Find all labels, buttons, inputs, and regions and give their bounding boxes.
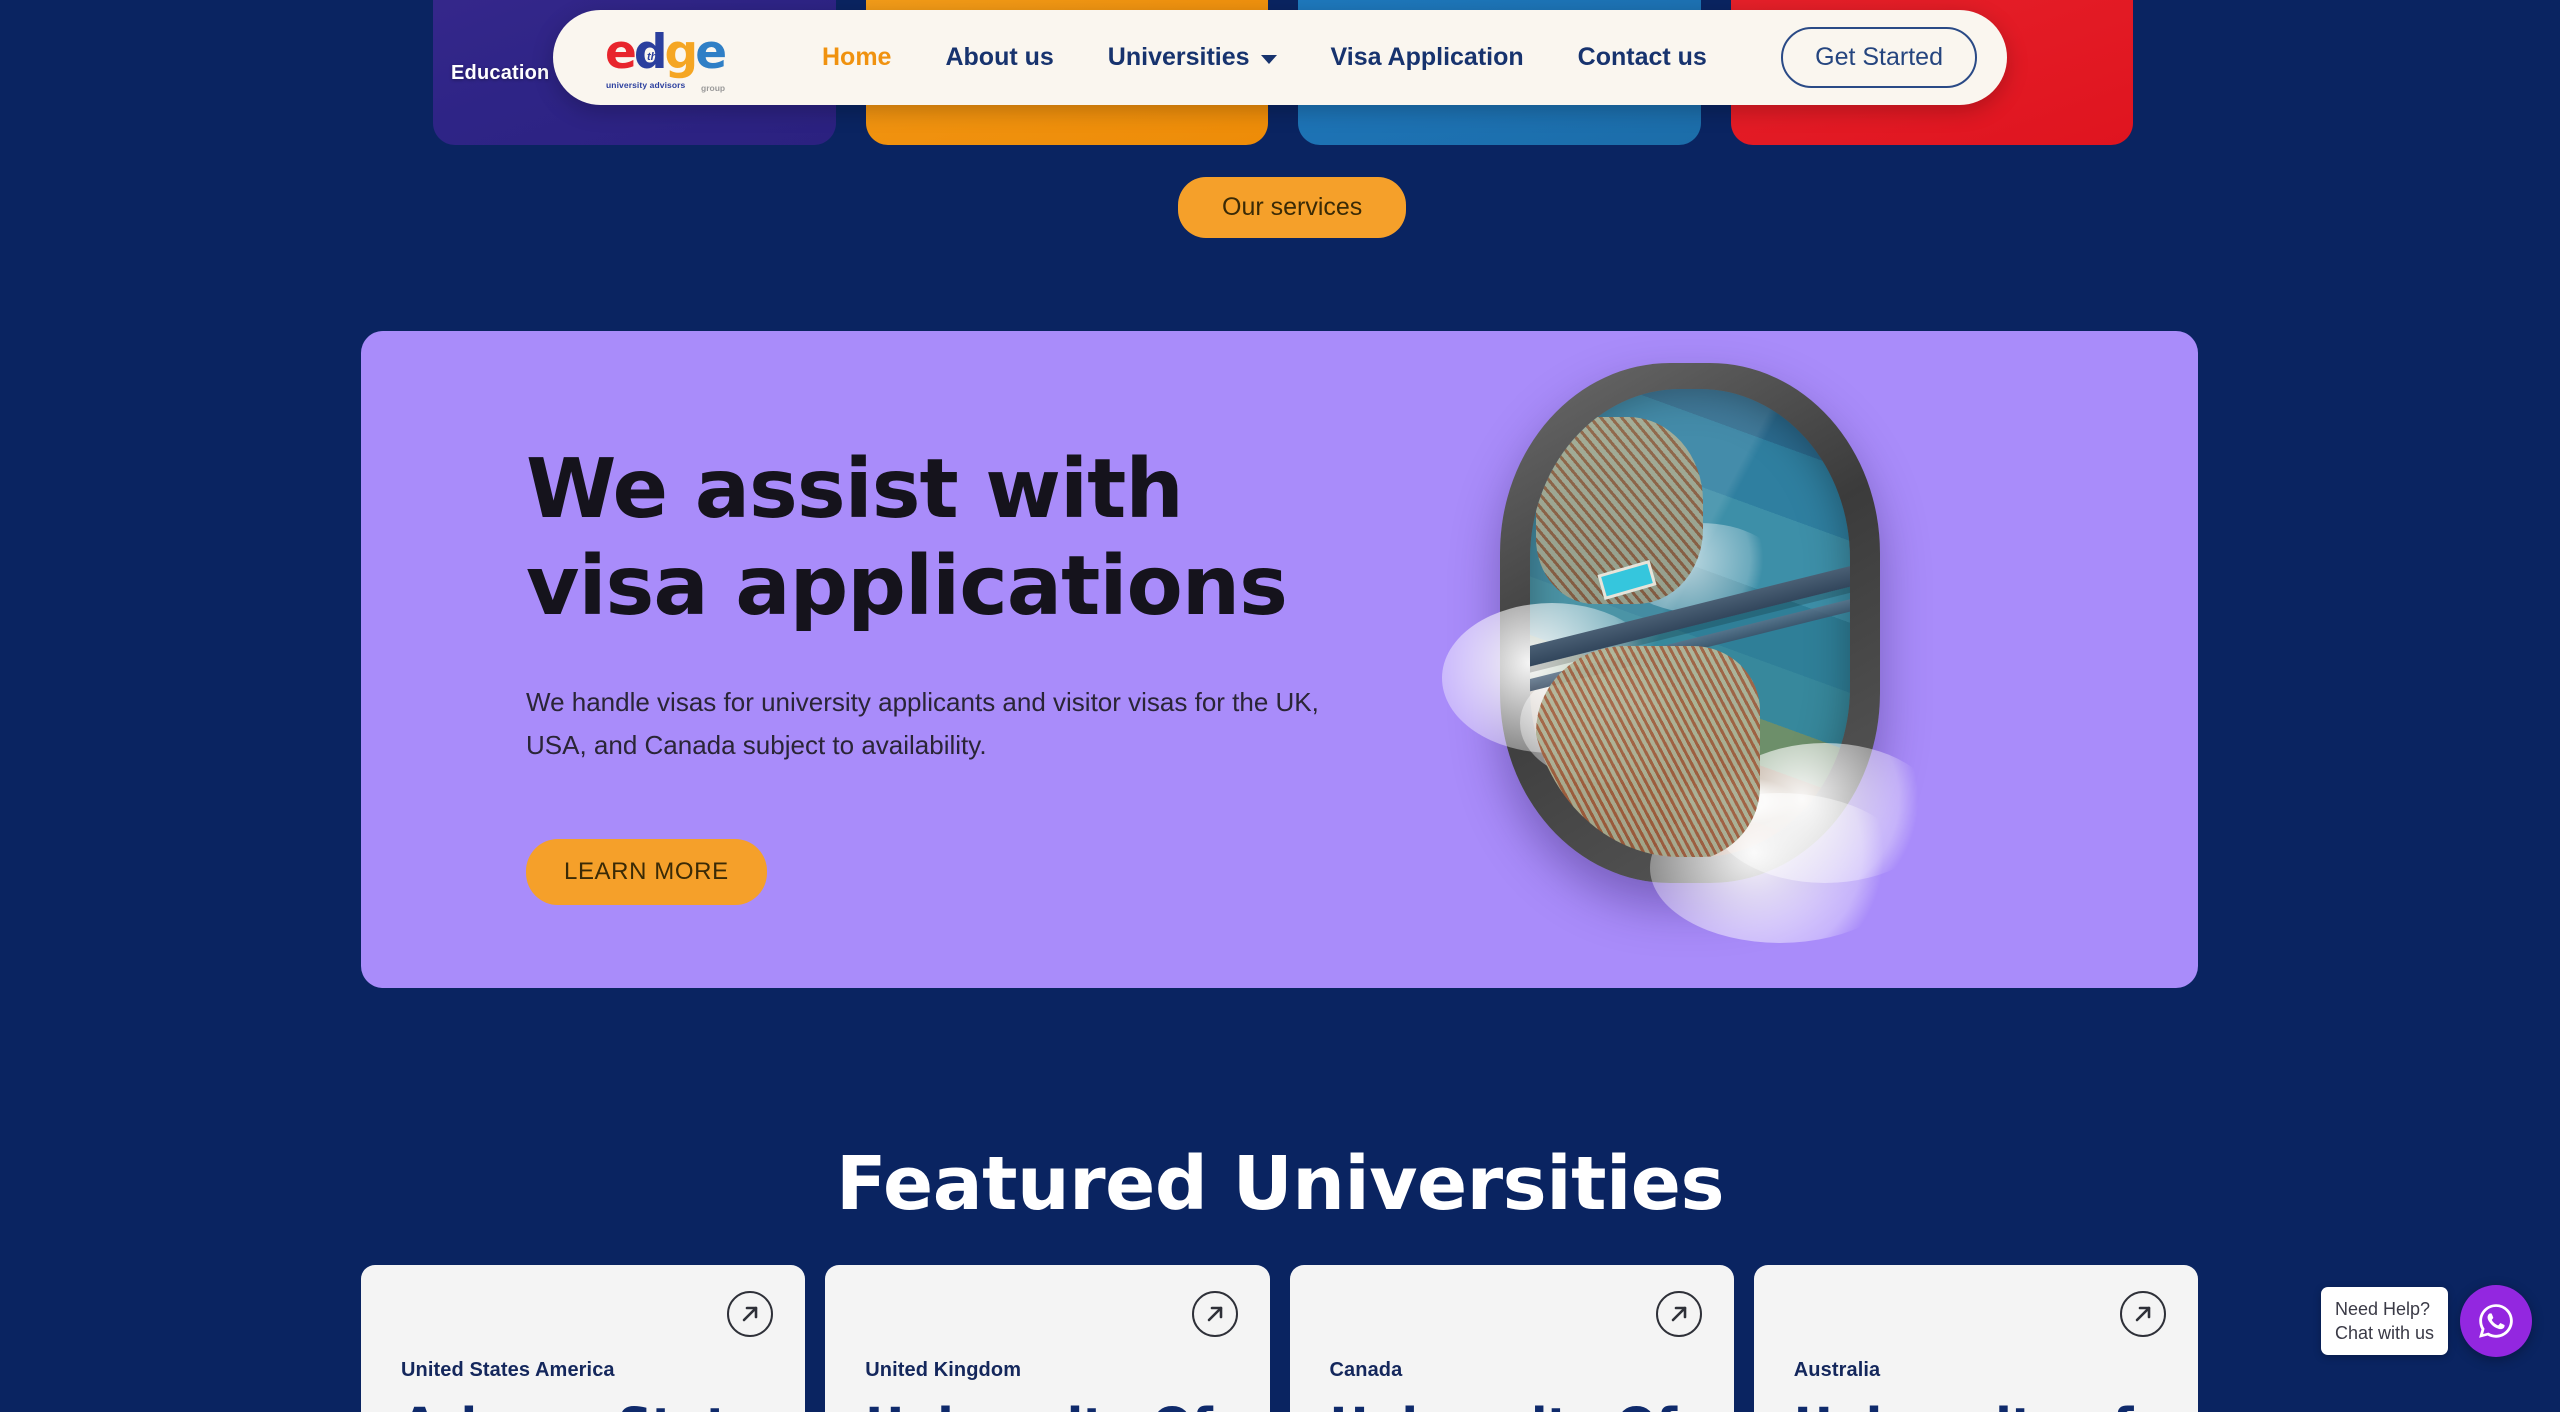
whatsapp-icon [2479,1304,2513,1338]
arrow-up-right-icon[interactable] [727,1291,774,1337]
arrow-up-right-icon[interactable] [2120,1291,2166,1337]
visa-heading-line1: We assist with [526,442,1184,537]
university-name: University Of [865,1400,1235,1412]
nav-item-about-us[interactable]: About us [918,43,1080,72]
chat-widget: Need Help? Chat with us [2320,1285,2532,1357]
visa-assist-section: We assist with visa applications We hand… [361,331,2198,988]
nav-item-contact-us[interactable]: Contact us [1551,43,1734,72]
university-card-uk[interactable]: United Kingdom University Of [825,1265,1270,1412]
airplane-window-view [1530,389,1850,857]
featured-universities-row: United States America Arizona State Unit… [361,1265,2198,1412]
university-name: University Of [1330,1400,1700,1412]
site-logo[interactable]: edge the university advisors group [603,27,739,93]
chat-widget-line1: Need Help? [2334,1299,2431,1319]
whatsapp-chat-button[interactable] [2460,1285,2532,1357]
nav-links: Home About us Universities Visa Applicat… [795,43,1763,72]
university-card-australia[interactable]: Australia University of [1753,1265,2198,1412]
aerial-city-lower [1536,646,1761,857]
logo-the-text: the [647,50,664,63]
learn-more-button[interactable]: LEARN MORE [526,839,767,905]
nav-item-universities[interactable]: Universities [1081,43,1304,72]
university-name: University of [1794,1400,2164,1412]
logo-tagline-group: group [701,82,726,93]
nav-item-label: Home [822,43,892,71]
logo-letter-e1: e [605,24,637,80]
university-country: Canada [1329,1359,1403,1381]
arrow-up-right-icon[interactable] [1191,1291,1238,1337]
chevron-down-icon [1260,54,1277,64]
nav-item-label: Contact us [1577,43,1707,71]
logo-letter-e2: e [695,24,727,80]
arrow-up-right-icon[interactable] [1655,1291,1702,1337]
logo-wordmark: edge [605,29,727,76]
page-root: Education Getting there Ensure edge the … [0,0,2560,1412]
chat-widget-line2: Chat with us [2334,1323,2434,1343]
nav-item-label: Universities [1107,43,1250,71]
visa-heading: We assist with visa applications [526,441,1426,635]
visa-copy: We assist with visa applications We hand… [526,441,1426,905]
visa-heading-line2: visa applications [526,539,1288,634]
our-services-button[interactable]: Our services [1178,177,1407,238]
visa-description: We handle visas for university applicant… [526,687,1319,760]
airplane-window-image [1442,363,1940,943]
nav-item-visa-application[interactable]: Visa Application [1304,43,1551,72]
get-started-button[interactable]: Get Started [1781,27,1977,88]
main-navbar: edge the university advisors group Home … [553,10,2007,105]
nav-item-label: Visa Application [1330,43,1524,71]
logo-letter-g: g [664,24,699,80]
university-card-usa[interactable]: United States America Arizona State [361,1265,806,1412]
service-card-caption: Education [451,62,550,84]
university-country: Australia [1793,1359,1881,1381]
university-country: United States America [401,1359,615,1381]
university-country: United Kingdom [865,1359,1022,1381]
logo-tagline: university advisors [606,79,686,90]
university-name: Arizona State [401,1400,771,1412]
nav-item-home[interactable]: Home [795,43,918,72]
featured-universities-heading: Featured Universities [835,1141,1725,1227]
chat-widget-tooltip: Need Help? Chat with us [2320,1287,2448,1355]
university-card-canada[interactable]: Canada University Of [1289,1265,1734,1412]
nav-item-label: About us [945,43,1054,71]
